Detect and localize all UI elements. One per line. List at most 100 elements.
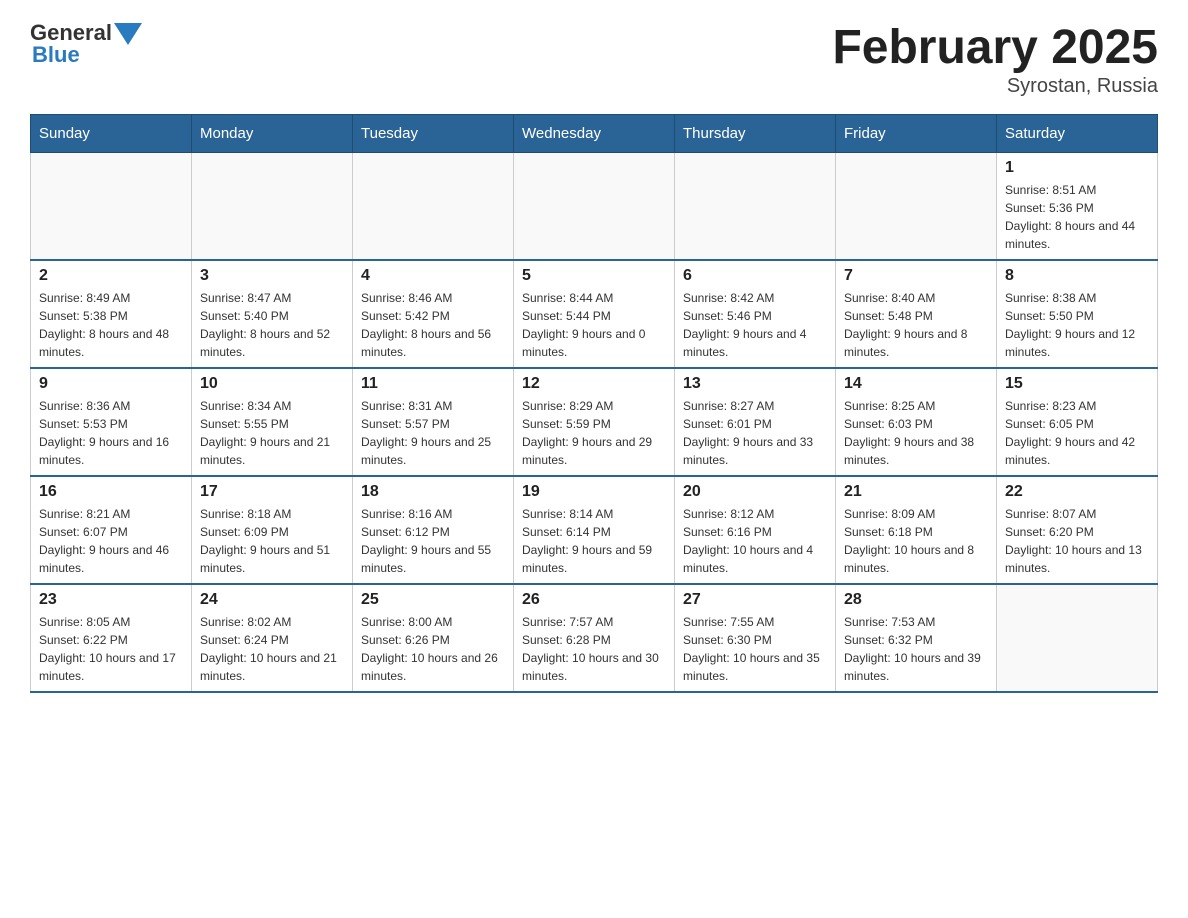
calendar-cell (675, 153, 836, 261)
weekday-header-thursday: Thursday (675, 115, 836, 153)
day-number: 3 (200, 267, 344, 285)
weekday-header-friday: Friday (836, 115, 997, 153)
calendar-cell: 23 Sunrise: 8:05 AMSunset: 6:22 PMDayligh… (31, 584, 192, 692)
day-info: Sunrise: 7:57 AMSunset: 6:28 PMDaylight:… (522, 613, 666, 685)
day-number: 25 (361, 591, 505, 609)
weekday-header-tuesday: Tuesday (353, 115, 514, 153)
calendar-week-row: 2Sunrise: 8:49 AMSunset: 5:38 PMDaylight… (31, 260, 1158, 368)
day-info: Sunrise: 8:09 AMSunset: 6:18 PMDaylight:… (844, 505, 988, 577)
day-info: Sunrise: 8:44 AMSunset: 5:44 PMDaylight:… (522, 289, 666, 361)
calendar-cell: 5 Sunrise: 8:44 AMSunset: 5:44 PMDaylight… (514, 260, 675, 368)
day-number: 20 (683, 483, 827, 501)
day-info: Sunrise: 8:46 AMSunset: 5:42 PMDaylight:… (361, 289, 505, 361)
day-number: 22 (1005, 483, 1149, 501)
day-info: Sunrise: 8:25 AMSunset: 6:03 PMDaylight:… (844, 397, 988, 469)
calendar-cell: 28 Sunrise: 7:53 AMSunset: 6:32 PMDayligh… (836, 584, 997, 692)
day-number: 17 (200, 483, 344, 501)
logo-blue-text: Blue (32, 42, 80, 68)
calendar-cell (997, 584, 1158, 692)
day-info: Sunrise: 7:53 AMSunset: 6:32 PMDaylight:… (844, 613, 988, 685)
day-info: Sunrise: 8:27 AMSunset: 6:01 PMDaylight:… (683, 397, 827, 469)
day-number: 5 (522, 267, 666, 285)
day-info: Sunrise: 8:47 AMSunset: 5:40 PMDaylight:… (200, 289, 344, 361)
day-number: 6 (683, 267, 827, 285)
calendar-cell: 20 Sunrise: 8:12 AMSunset: 6:16 PMDayligh… (675, 476, 836, 584)
day-info: Sunrise: 8:02 AMSunset: 6:24 PMDaylight:… (200, 613, 344, 685)
calendar-cell: 1 Sunrise: 8:51 AMSunset: 5:36 PMDaylight… (997, 153, 1158, 261)
calendar-cell: 12 Sunrise: 8:29 AMSunset: 5:59 PMDayligh… (514, 368, 675, 476)
day-number: 14 (844, 375, 988, 393)
calendar-cell: 14 Sunrise: 8:25 AMSunset: 6:03 PMDayligh… (836, 368, 997, 476)
calendar-header: SundayMondayTuesdayWednesdayThursdayFrid… (31, 115, 1158, 153)
calendar-cell: 16Sunrise: 8:21 AMSunset: 6:07 PMDayligh… (31, 476, 192, 584)
day-number: 18 (361, 483, 505, 501)
day-number: 9 (39, 375, 183, 393)
day-info: Sunrise: 8:12 AMSunset: 6:16 PMDaylight:… (683, 505, 827, 577)
weekday-header-monday: Monday (192, 115, 353, 153)
calendar-cell: 26Sunrise: 7:57 AMSunset: 6:28 PMDayligh… (514, 584, 675, 692)
calendar-cell (31, 153, 192, 261)
day-info: Sunrise: 8:00 AMSunset: 6:26 PMDaylight:… (361, 613, 505, 685)
calendar-cell (836, 153, 997, 261)
calendar-cell: 3 Sunrise: 8:47 AMSunset: 5:40 PMDaylight… (192, 260, 353, 368)
day-info: Sunrise: 7:55 AMSunset: 6:30 PMDaylight:… (683, 613, 827, 685)
day-info: Sunrise: 8:16 AMSunset: 6:12 PMDaylight:… (361, 505, 505, 577)
day-number: 21 (844, 483, 988, 501)
calendar-cell (514, 153, 675, 261)
calendar-cell: 25 Sunrise: 8:00 AMSunset: 6:26 PMDayligh… (353, 584, 514, 692)
weekday-header-wednesday: Wednesday (514, 115, 675, 153)
calendar-cell: 27 Sunrise: 7:55 AMSunset: 6:30 PMDayligh… (675, 584, 836, 692)
title-area: February 2025 Syrostan, Russia (832, 20, 1158, 98)
day-info: Sunrise: 8:29 AMSunset: 5:59 PMDaylight:… (522, 397, 666, 469)
calendar-body: 1 Sunrise: 8:51 AMSunset: 5:36 PMDaylight… (31, 153, 1158, 693)
calendar-cell (192, 153, 353, 261)
calendar-cell: 7Sunrise: 8:40 AMSunset: 5:48 PMDaylight… (836, 260, 997, 368)
day-info: Sunrise: 8:05 AMSunset: 6:22 PMDaylight:… (39, 613, 183, 685)
calendar-cell: 19 Sunrise: 8:14 AMSunset: 6:14 PMDayligh… (514, 476, 675, 584)
calendar-cell: 24Sunrise: 8:02 AMSunset: 6:24 PMDayligh… (192, 584, 353, 692)
calendar-cell: 22Sunrise: 8:07 AMSunset: 6:20 PMDayligh… (997, 476, 1158, 584)
day-number: 13 (683, 375, 827, 393)
calendar-cell: 15 Sunrise: 8:23 AMSunset: 6:05 PMDayligh… (997, 368, 1158, 476)
calendar-cell: 11 Sunrise: 8:31 AMSunset: 5:57 PMDayligh… (353, 368, 514, 476)
calendar-cell: 13 Sunrise: 8:27 AMSunset: 6:01 PMDayligh… (675, 368, 836, 476)
day-number: 15 (1005, 375, 1149, 393)
location-subtitle: Syrostan, Russia (832, 75, 1158, 98)
day-number: 27 (683, 591, 827, 609)
day-number: 11 (361, 375, 505, 393)
calendar-cell: 17 Sunrise: 8:18 AMSunset: 6:09 PMDayligh… (192, 476, 353, 584)
calendar-cell: 2Sunrise: 8:49 AMSunset: 5:38 PMDaylight… (31, 260, 192, 368)
day-info: Sunrise: 8:18 AMSunset: 6:09 PMDaylight:… (200, 505, 344, 577)
calendar-cell: 18 Sunrise: 8:16 AMSunset: 6:12 PMDayligh… (353, 476, 514, 584)
day-number: 2 (39, 267, 183, 285)
calendar-cell: 8 Sunrise: 8:38 AMSunset: 5:50 PMDaylight… (997, 260, 1158, 368)
calendar-cell: 21 Sunrise: 8:09 AMSunset: 6:18 PMDayligh… (836, 476, 997, 584)
day-info: Sunrise: 8:23 AMSunset: 6:05 PMDaylight:… (1005, 397, 1149, 469)
calendar-week-row: 1 Sunrise: 8:51 AMSunset: 5:36 PMDaylight… (31, 153, 1158, 261)
day-number: 28 (844, 591, 988, 609)
day-info: Sunrise: 8:40 AMSunset: 5:48 PMDaylight:… (844, 289, 988, 361)
calendar-cell (353, 153, 514, 261)
day-info: Sunrise: 8:34 AMSunset: 5:55 PMDaylight:… (200, 397, 344, 469)
day-number: 12 (522, 375, 666, 393)
day-number: 4 (361, 267, 505, 285)
day-number: 19 (522, 483, 666, 501)
day-info: Sunrise: 8:14 AMSunset: 6:14 PMDaylight:… (522, 505, 666, 577)
day-number: 23 (39, 591, 183, 609)
day-info: Sunrise: 8:31 AMSunset: 5:57 PMDaylight:… (361, 397, 505, 469)
calendar-cell: 4 Sunrise: 8:46 AMSunset: 5:42 PMDaylight… (353, 260, 514, 368)
logo-triangle-icon (114, 23, 142, 45)
weekday-header-row: SundayMondayTuesdayWednesdayThursdayFrid… (31, 115, 1158, 153)
day-info: Sunrise: 8:38 AMSunset: 5:50 PMDaylight:… (1005, 289, 1149, 361)
day-info: Sunrise: 8:51 AMSunset: 5:36 PMDaylight:… (1005, 181, 1149, 253)
weekday-header-sunday: Sunday (31, 115, 192, 153)
day-number: 1 (1005, 159, 1149, 177)
day-number: 10 (200, 375, 344, 393)
calendar-table: SundayMondayTuesdayWednesdayThursdayFrid… (30, 114, 1158, 693)
logo: General Blue (30, 20, 142, 68)
calendar-week-row: 9 Sunrise: 8:36 AMSunset: 5:53 PMDaylight… (31, 368, 1158, 476)
day-info: Sunrise: 8:36 AMSunset: 5:53 PMDaylight:… (39, 397, 183, 469)
day-number: 8 (1005, 267, 1149, 285)
calendar-cell: 6Sunrise: 8:42 AMSunset: 5:46 PMDaylight… (675, 260, 836, 368)
calendar-cell: 9 Sunrise: 8:36 AMSunset: 5:53 PMDaylight… (31, 368, 192, 476)
